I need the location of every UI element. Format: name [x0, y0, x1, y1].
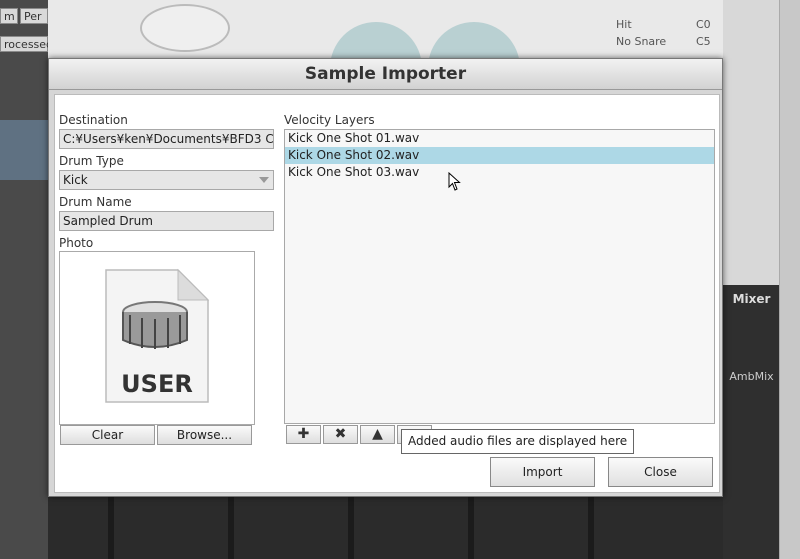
background-hit-value: C0 [696, 18, 711, 31]
tooltip: Added audio files are displayed here [401, 429, 635, 454]
velocity-layers-list[interactable]: Kick One Shot 01.wav Kick One Shot 02.wa… [284, 129, 715, 424]
mouse-cursor-icon [448, 172, 461, 191]
clear-button[interactable]: Clear [60, 425, 155, 445]
dialog-body: Destination C:¥Users¥ken¥Documents¥BFD3 … [54, 94, 720, 493]
drum-name-field[interactable]: Sampled Drum [59, 211, 274, 231]
drum-type-label: Drum Type [59, 154, 124, 168]
drum-name-label: Drum Name [59, 195, 132, 209]
x-icon: ✖ [334, 426, 347, 442]
background-button-m[interactable]: m [0, 8, 18, 24]
background-nosnare-label: No Snare [616, 35, 667, 48]
background-scrollbar[interactable] [779, 0, 800, 559]
background-selected-strip [0, 120, 48, 180]
browse-button[interactable]: Browse... [157, 425, 252, 445]
background-left-panel [0, 0, 48, 559]
remove-layer-button[interactable]: ✖ [323, 425, 358, 444]
close-button[interactable]: Close [608, 457, 713, 487]
photo-label: Photo [59, 236, 94, 250]
background-right-panel: Mixer AmbMix [723, 0, 800, 559]
move-up-button[interactable]: ▲ [360, 425, 395, 444]
list-item[interactable]: Kick One Shot 01.wav [285, 130, 714, 147]
dialog-title[interactable]: Sample Importer [49, 59, 722, 90]
plus-icon: ✚ [297, 426, 310, 442]
drum-type-select[interactable]: Kick [59, 170, 274, 190]
velocity-layers-label: Velocity Layers [284, 113, 375, 127]
background-top-area: Hit C0 No Snare C5 [48, 0, 723, 114]
list-item[interactable]: Kick One Shot 03.wav [285, 164, 714, 181]
background-fader[interactable] [108, 497, 114, 559]
sample-importer-dialog: Sample Importer Destination C:¥Users¥ken… [48, 58, 723, 497]
background-fader[interactable] [468, 497, 474, 559]
destination-label: Destination [59, 113, 128, 127]
destination-field[interactable]: C:¥Users¥ken¥Documents¥BFD3 Core Lib [59, 129, 274, 149]
background-nosnare-value: C5 [696, 35, 711, 48]
background-button-processed[interactable]: rocessed [0, 36, 53, 52]
import-button[interactable]: Import [490, 457, 595, 487]
background-drum-image [140, 4, 230, 52]
add-layer-button[interactable]: ✚ [286, 425, 321, 444]
background-fader-area [48, 497, 723, 559]
background-button-per[interactable]: Per [20, 8, 48, 24]
background-fader[interactable] [588, 497, 594, 559]
background-ambmix-label: AmbMix [729, 370, 774, 383]
user-drum-file-icon [105, 268, 210, 403]
user-placeholder-text: USER [121, 370, 193, 398]
background-hit-label: Hit [616, 18, 632, 31]
chevron-down-icon [259, 177, 269, 183]
background-mixer-label: Mixer [732, 292, 771, 306]
background-mixer-panel [723, 285, 780, 559]
background-fader[interactable] [228, 497, 234, 559]
drum-type-value: Kick [63, 173, 88, 187]
photo-box[interactable]: USER [59, 251, 255, 425]
list-item-selected[interactable]: Kick One Shot 02.wav [285, 147, 714, 164]
up-arrow-icon: ▲ [372, 426, 383, 442]
background-fader[interactable] [348, 497, 354, 559]
